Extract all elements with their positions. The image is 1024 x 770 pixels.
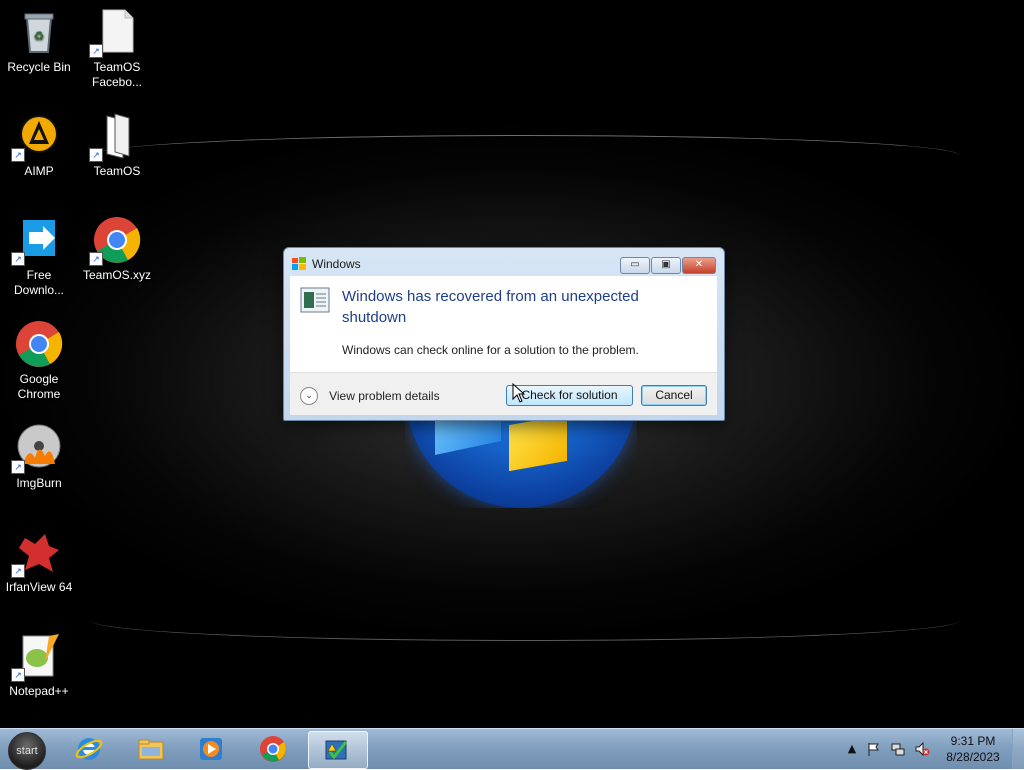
cancel-button[interactable]: Cancel (641, 385, 707, 406)
wallpaper-arc-bottom (90, 600, 960, 641)
desktop-icon-label: TeamOS.xyz (82, 268, 151, 282)
desktop-icon-label: Recycle Bin (7, 60, 71, 74)
desktop-icon-free-download-manager[interactable]: ↗ Free Downlo... (1, 216, 77, 298)
chrome-icon (259, 735, 287, 763)
desktop-icon-label: Google Chrome (17, 372, 61, 401)
desktop-icon-label: TeamOS (93, 164, 141, 178)
problem-report-icon (300, 287, 330, 313)
mouse-cursor-icon (512, 382, 526, 403)
taskbar-internet-explorer[interactable] (62, 731, 116, 767)
desktop-icon-aimp[interactable]: ↗ AIMP (1, 112, 77, 179)
clock-date: 8/28/2023 (946, 750, 1000, 764)
dialog-heading: Windows has recovered from an unexpected… (342, 288, 639, 326)
shortcut-arrow-icon: ↗ (89, 44, 103, 58)
dialog-content: Windows has recovered from an unexpected… (290, 276, 717, 372)
clock-time: 9:31 PM (950, 734, 996, 748)
dialog-title: Windows (312, 257, 361, 271)
show-desktop-button[interactable] (1012, 729, 1024, 769)
clock[interactable]: 9:31 PM 8/28/2023 (940, 733, 1006, 765)
desktop-icon-notepad-plus-plus[interactable]: ↗ Notepad++ (1, 632, 77, 699)
dialog-message: Windows can check online for a solution … (342, 343, 639, 357)
internet-explorer-icon (75, 735, 103, 763)
document-icon: ↗ (89, 112, 141, 162)
problem-reports-icon (322, 736, 350, 764)
taskbar-file-explorer[interactable] (124, 731, 178, 767)
start-button[interactable]: start (8, 732, 46, 770)
chevron-down-icon[interactable]: ⌄ (300, 386, 318, 405)
desktop-icon-label: TeamOS Facebo... (91, 60, 143, 89)
desktop-icon-label: ImgBurn (16, 476, 62, 490)
show-hidden-icons-button[interactable]: ▲ (844, 741, 860, 757)
volume-muted-icon[interactable] (914, 741, 930, 757)
shortcut-arrow-icon: ↗ (11, 148, 25, 162)
shortcut-arrow-icon: ↗ (11, 460, 25, 474)
action-center-flag-icon[interactable] (866, 741, 882, 757)
document-icon: ↗ (89, 8, 141, 58)
desktop-icon-teamos-facebook[interactable]: ↗ TeamOS Facebo... (79, 8, 155, 90)
taskbar-problem-reports-active[interactable] (308, 731, 368, 769)
maximize-button[interactable]: ▣ (651, 257, 681, 274)
notepad-plus-plus-icon: ↗ (11, 632, 63, 682)
desktop-icon-google-chrome[interactable]: Google Chrome (1, 320, 77, 402)
taskbar-media-player[interactable] (184, 731, 238, 767)
shortcut-arrow-icon: ↗ (11, 668, 25, 682)
chrome-icon: ↗ (89, 216, 141, 266)
minimize-button[interactable]: ▭ (620, 257, 650, 274)
view-problem-details-toggle[interactable]: ⌄ View problem details (300, 385, 440, 405)
taskbar: start ▲ 9:31 PM 8/28/2023 (0, 728, 1024, 770)
desktop-icon-label: Free Downlo... (13, 268, 65, 297)
recycle-bin-icon: ♻ (15, 8, 63, 56)
desktop-icon-teamos[interactable]: ↗ TeamOS (79, 112, 155, 179)
dialog-footer: ⌄ View problem details Check for solutio… (290, 372, 717, 415)
download-manager-icon: ↗ (11, 216, 63, 266)
taskbar-chrome[interactable] (246, 731, 300, 767)
close-button[interactable]: ✕ (682, 257, 716, 274)
windows-flag-icon (291, 256, 307, 272)
svg-text:♻: ♻ (34, 29, 45, 43)
imgburn-icon: ↗ (11, 424, 63, 474)
shortcut-arrow-icon: ↗ (89, 148, 103, 162)
chrome-icon (15, 320, 63, 368)
desktop-icon-imgburn[interactable]: ↗ ImgBurn (1, 424, 77, 491)
file-explorer-icon (137, 735, 165, 763)
desktop: ♻ Recycle Bin ↗ TeamOS Facebo... ↗ AIMP (0, 0, 1024, 728)
shortcut-arrow-icon: ↗ (89, 252, 103, 266)
media-player-icon (197, 735, 225, 763)
shortcut-arrow-icon: ↗ (11, 252, 25, 266)
desktop-icon-label: Notepad++ (9, 684, 69, 698)
details-label: View problem details (329, 388, 440, 403)
irfanview-icon: ↗ (11, 528, 63, 578)
shortcut-arrow-icon: ↗ (11, 564, 25, 578)
desktop-icon-label: IrfanView 64 (5, 580, 73, 594)
recovery-dialog: Windows ▭ ▣ ✕ Windows has recovered from… (283, 247, 725, 421)
desktop-icon-teamos-xyz[interactable]: ↗ TeamOS.xyz (79, 216, 155, 283)
desktop-icon-irfanview[interactable]: ↗ IrfanView 64 (1, 528, 77, 595)
network-icon[interactable] (890, 741, 906, 757)
aimp-icon: ↗ (11, 112, 63, 162)
desktop-icon-label: AIMP (24, 164, 54, 178)
wallpaper-arc-top (90, 135, 960, 176)
desktop-icon-recycle-bin[interactable]: ♻ Recycle Bin (1, 8, 77, 75)
